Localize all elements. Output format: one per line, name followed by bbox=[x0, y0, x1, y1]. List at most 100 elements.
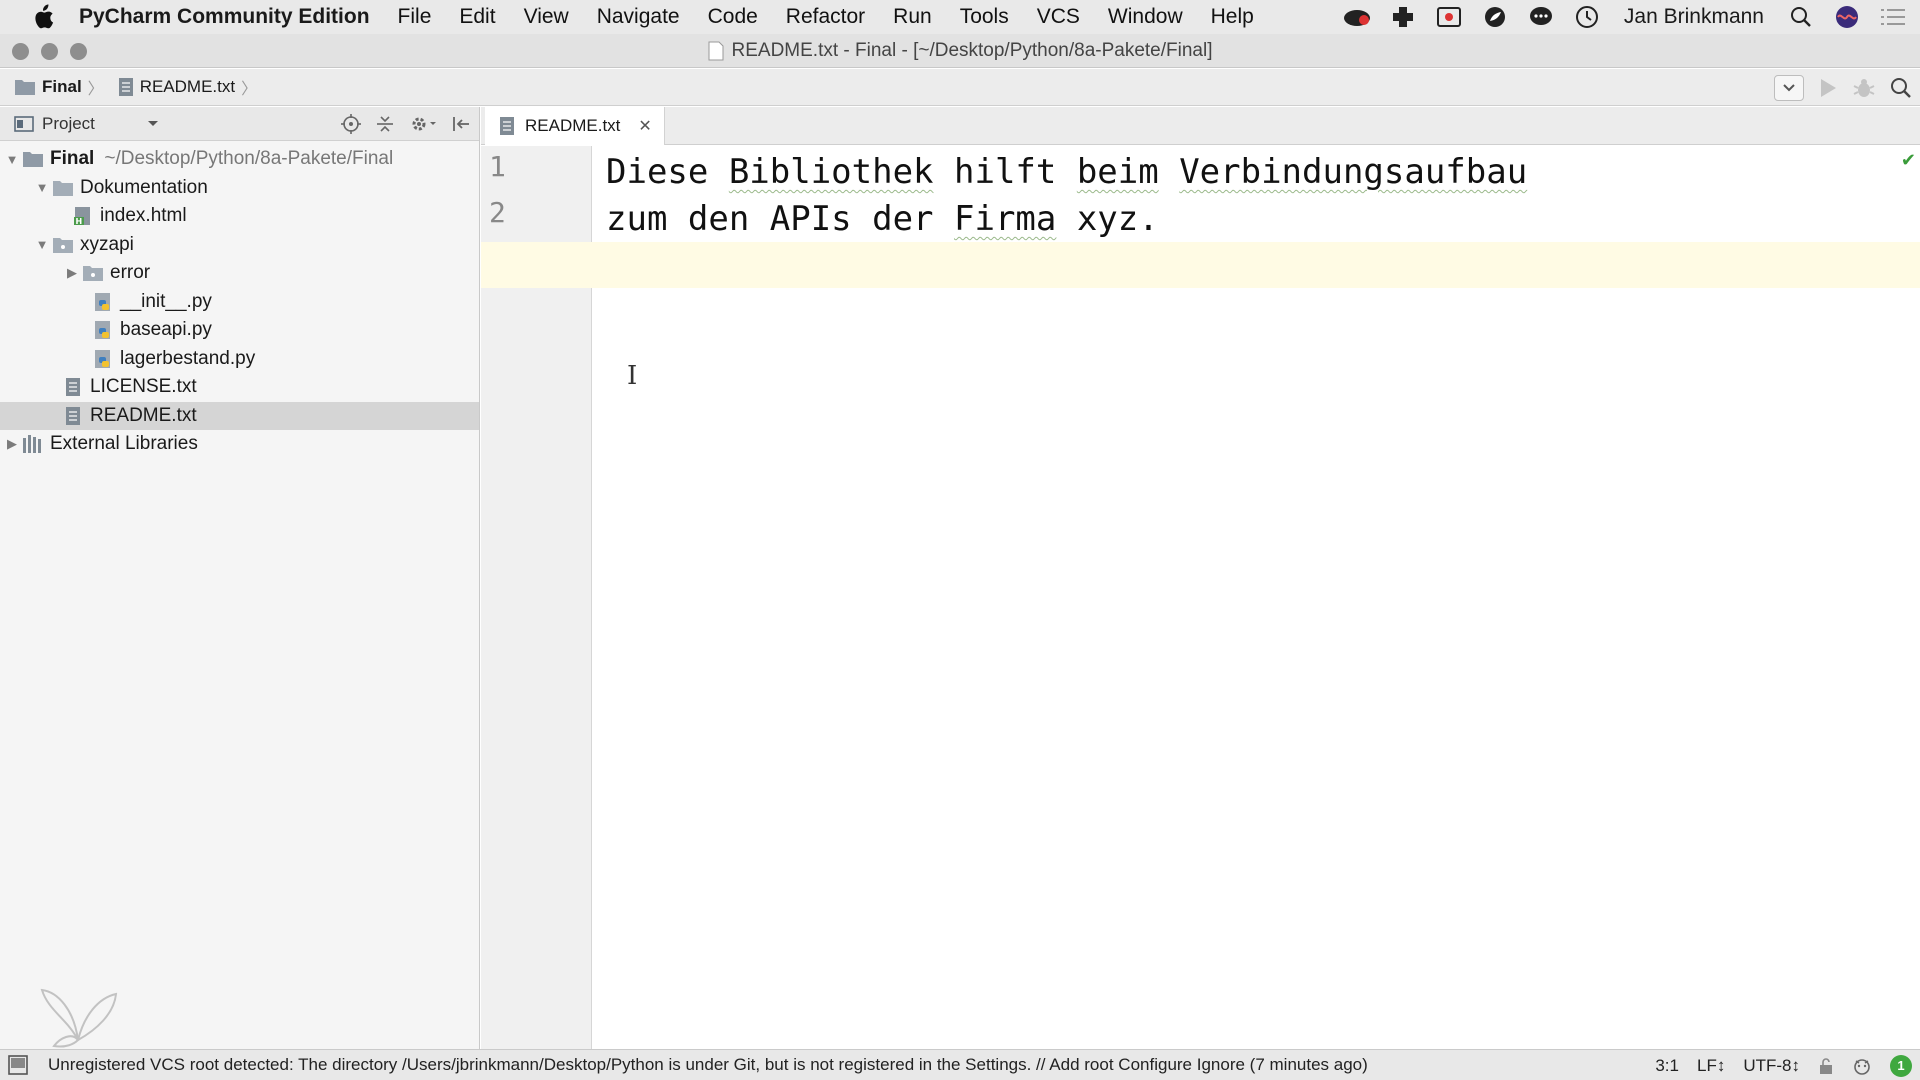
leaf-app-icon[interactable] bbox=[1480, 2, 1510, 32]
window-controls bbox=[12, 43, 87, 60]
hide-panel-icon[interactable] bbox=[451, 114, 471, 134]
code-line-2: zum den APIs der Firma xyz. bbox=[606, 199, 1159, 239]
line-number: 1 bbox=[489, 150, 506, 183]
tab-readme-txt[interactable]: README.txt ✕ bbox=[485, 107, 665, 145]
code-line-1: Diese Bibliothek hilft beim Verbindungsa… bbox=[606, 152, 1528, 192]
chat-bubble-icon[interactable] bbox=[1526, 2, 1556, 32]
configure-link[interactable]: Configure bbox=[1118, 1055, 1192, 1074]
expanded-arrow-icon[interactable]: ▼ bbox=[32, 178, 52, 198]
caret-position[interactable]: 3:1 bbox=[1655, 1056, 1679, 1076]
code-editor[interactable]: Diese Bibliothek hilft beim Verbindungsa… bbox=[481, 146, 1920, 1049]
menu-run[interactable]: Run bbox=[893, 5, 932, 29]
screen-recorder-icon[interactable] bbox=[1434, 2, 1464, 32]
folder-icon bbox=[52, 178, 74, 198]
menu-file[interactable]: File bbox=[398, 5, 432, 29]
menu-navigate[interactable]: Navigate bbox=[597, 5, 680, 29]
menu-window[interactable]: Window bbox=[1108, 5, 1183, 29]
minimize-window-button[interactable] bbox=[41, 43, 58, 60]
run-icon[interactable] bbox=[1818, 77, 1838, 99]
tree-item-dokumentation[interactable]: ▼ Dokumentation bbox=[0, 174, 479, 203]
encoding-selector[interactable]: UTF-8↕ bbox=[1743, 1056, 1800, 1076]
vcs-notification-message[interactable]: Unregistered VCS root detected: The dire… bbox=[48, 1055, 1368, 1075]
siri-icon[interactable] bbox=[1832, 2, 1862, 32]
svg-text:H: H bbox=[76, 217, 83, 226]
collapsed-arrow-icon[interactable]: ▶ bbox=[2, 434, 22, 454]
close-tab-icon[interactable]: ✕ bbox=[638, 116, 651, 136]
package-folder-icon bbox=[52, 235, 74, 255]
butterfly-watermark-icon bbox=[40, 988, 118, 1048]
tree-item-init-py[interactable]: __init__.py bbox=[0, 288, 479, 317]
menu-tools[interactable]: Tools bbox=[960, 5, 1009, 29]
inspection-ok-icon[interactable]: ✔ bbox=[1901, 150, 1916, 171]
spotlight-search-icon[interactable] bbox=[1786, 2, 1816, 32]
spellcheck-word: Bibliothek bbox=[728, 152, 934, 192]
project-panel-tools bbox=[341, 107, 471, 141]
search-everywhere-icon[interactable] bbox=[1890, 77, 1912, 99]
apple-menu-icon[interactable] bbox=[29, 3, 57, 31]
project-view-icon bbox=[14, 115, 34, 132]
tree-item-baseapi-py[interactable]: baseapi.py bbox=[0, 316, 479, 345]
creative-cloud-icon[interactable] bbox=[1342, 2, 1372, 32]
collapse-all-icon[interactable] bbox=[375, 114, 395, 134]
python-file-icon bbox=[92, 292, 114, 312]
spellcheck-word: Verbindungsaufbau bbox=[1179, 152, 1528, 192]
text-file-icon bbox=[62, 406, 84, 426]
project-path: ~/Desktop/Python/8a-Pakete/Final bbox=[104, 148, 394, 170]
event-log-badge[interactable]: 1 bbox=[1890, 1054, 1912, 1077]
breadcrumb-separator: 〉 bbox=[241, 81, 258, 98]
tree-item-index-html[interactable]: H index.html bbox=[0, 202, 479, 231]
expanded-arrow-icon[interactable]: ▼ bbox=[2, 149, 22, 169]
text-file-icon bbox=[62, 377, 84, 397]
notification-center-icon[interactable] bbox=[1878, 2, 1908, 32]
collapsed-arrow-icon[interactable]: ▶ bbox=[62, 263, 82, 283]
menu-vcs[interactable]: VCS bbox=[1037, 5, 1080, 29]
project-tree: ▼ Final ~/Desktop/Python/8a-Pakete/Final… bbox=[0, 141, 479, 459]
chevron-down-icon bbox=[1783, 83, 1795, 91]
breadcrumb-file[interactable]: README.txt bbox=[118, 77, 235, 97]
project-panel-title: Project bbox=[42, 113, 95, 133]
ignore-link[interactable]: Ignore (7 minutes ago) bbox=[1197, 1055, 1368, 1074]
menu-view[interactable]: View bbox=[524, 5, 569, 29]
tree-item-external-libraries[interactable]: ▶ External Libraries bbox=[0, 430, 479, 459]
plugin-puzzle-icon[interactable] bbox=[1388, 2, 1418, 32]
run-configuration-dropdown[interactable] bbox=[1774, 74, 1804, 101]
tree-item-final[interactable]: ▼ Final ~/Desktop/Python/8a-Pakete/Final bbox=[0, 145, 479, 174]
folder-icon bbox=[15, 80, 35, 95]
tree-item-xyzapi[interactable]: ▼ xyzapi bbox=[0, 231, 479, 260]
python-file-icon bbox=[92, 320, 114, 340]
menu-help[interactable]: Help bbox=[1211, 5, 1254, 29]
tool-windows-toggle-icon[interactable] bbox=[8, 1055, 28, 1075]
settings-gear-icon[interactable] bbox=[409, 114, 437, 134]
spellcheck-word: Firma bbox=[954, 199, 1057, 239]
debug-icon[interactable] bbox=[1852, 76, 1876, 100]
tree-item-license-txt[interactable]: LICENSE.txt bbox=[0, 373, 479, 402]
tree-item-error[interactable]: ▶ error bbox=[0, 259, 479, 288]
time-machine-icon[interactable] bbox=[1572, 2, 1602, 32]
library-icon bbox=[22, 434, 44, 454]
menu-code[interactable]: Code bbox=[708, 5, 758, 29]
line-separator-selector[interactable]: LF↕ bbox=[1697, 1056, 1725, 1076]
menubar-tray: Jan Brinkmann bbox=[1342, 0, 1908, 34]
app-name-menu[interactable]: PyCharm Community Edition bbox=[79, 5, 370, 29]
inspector-face-icon[interactable] bbox=[1852, 1056, 1872, 1076]
python-file-icon bbox=[92, 349, 114, 369]
lock-icon[interactable] bbox=[1818, 1057, 1834, 1075]
editor-tab-bar: README.txt ✕ bbox=[481, 107, 1920, 145]
tree-item-lagerbestand-py[interactable]: lagerbestand.py bbox=[0, 345, 479, 374]
navigation-bar: Final 〉 README.txt 〉 bbox=[0, 69, 1920, 106]
chevron-down-icon bbox=[147, 120, 158, 126]
project-panel-header: Project bbox=[0, 107, 479, 141]
expanded-arrow-icon[interactable]: ▼ bbox=[32, 235, 52, 255]
breadcrumb-project[interactable]: Final bbox=[14, 77, 82, 97]
menu-edit[interactable]: Edit bbox=[459, 5, 495, 29]
text-file-icon bbox=[118, 78, 133, 96]
project-view-selector[interactable]: Project bbox=[14, 114, 159, 134]
menu-refactor[interactable]: Refactor bbox=[786, 5, 865, 29]
scroll-from-source-icon[interactable] bbox=[341, 114, 361, 134]
status-bar: Unregistered VCS root detected: The dire… bbox=[0, 1049, 1920, 1080]
line-number: 2 bbox=[489, 196, 506, 229]
close-window-button[interactable] bbox=[12, 43, 29, 60]
tree-item-readme-txt[interactable]: README.txt bbox=[0, 401, 479, 430]
user-name[interactable]: Jan Brinkmann bbox=[1624, 5, 1764, 29]
zoom-window-button[interactable] bbox=[70, 43, 87, 60]
